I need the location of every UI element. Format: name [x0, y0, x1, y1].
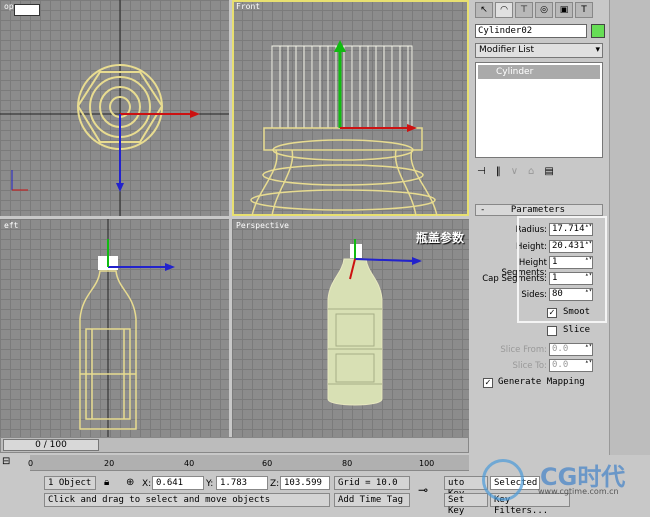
selection-count: 1 Object	[44, 476, 96, 490]
add-time-tag-button[interactable]: Add Time Tag	[334, 493, 410, 507]
slice-checkbox[interactable]	[547, 326, 557, 336]
rollout-title: Parameters	[510, 205, 566, 215]
tick-label: 100	[419, 459, 435, 468]
highlight-box	[517, 216, 607, 323]
stack-toolbar: ⊣ ‖ ∨ ⌂ ▤	[477, 166, 554, 177]
utilities-tab-icon[interactable]: T	[575, 2, 593, 18]
tick-label: 80	[342, 459, 353, 468]
command-panel-tabs: ↖ ◠ ⊤ ◎ ▣ T	[471, 0, 609, 20]
perspective-view-drawing	[327, 239, 422, 406]
slice-label: Slice	[563, 325, 591, 335]
show-end-result-icon[interactable]: ‖	[496, 166, 501, 177]
z-label: Z:	[270, 479, 280, 489]
annotation-label: 瓶盖参数	[416, 231, 465, 245]
viewport-left[interactable]: eft	[0, 219, 229, 437]
slice-to-spinner[interactable]: 0.0	[549, 359, 593, 372]
transform-mode-icon[interactable]: ⊕	[126, 477, 134, 488]
trackbar-toggle-icon[interactable]: ⊟	[2, 456, 16, 470]
generate-mapping-label: Generate Mapping	[498, 377, 585, 387]
time-slider[interactable]: 0 / 100	[0, 437, 469, 453]
create-tab-icon[interactable]: ↖	[475, 2, 493, 18]
smooth-label: Smoot	[563, 307, 591, 317]
slice-from-label: Slice From:	[500, 345, 547, 355]
object-color-swatch[interactable]	[591, 24, 605, 38]
x-coordinate-field[interactable]: 0.641	[152, 476, 204, 490]
top-view-drawing	[0, 0, 229, 216]
pin-stack-icon[interactable]: ⊣	[477, 166, 486, 177]
configure-sets-icon[interactable]: ▤	[544, 166, 553, 177]
slice-from-spinner[interactable]: 0.0	[549, 343, 593, 356]
make-unique-icon[interactable]: ∨	[511, 166, 518, 177]
z-coordinate-field[interactable]: 103.599	[280, 476, 330, 490]
x-label: X:	[142, 479, 152, 489]
front-view-drawing	[250, 40, 438, 216]
key-icon[interactable]: ⊸	[418, 483, 428, 497]
modify-tab-icon[interactable]: ◠	[495, 2, 513, 18]
modifier-stack: Cylinder	[475, 62, 603, 158]
viewport-perspective[interactable]: Perspective	[232, 219, 469, 437]
slice-to-label: Slice To:	[512, 361, 547, 371]
lock-selection-icon[interactable]: 🔒︎	[104, 477, 109, 488]
hierarchy-tab-icon[interactable]: ⊤	[515, 2, 533, 18]
viewport-front[interactable]: Front	[232, 0, 469, 216]
tick-label: 40	[184, 459, 195, 468]
parameters-rollout-header[interactable]: - Parameters	[475, 204, 603, 216]
generate-mapping-checkbox[interactable]: ✓	[483, 378, 493, 388]
y-label: Y:	[206, 479, 214, 489]
modifier-list-dropdown[interactable]: Modifier List ▾	[475, 43, 603, 58]
y-coordinate-field[interactable]: 1.783	[216, 476, 268, 490]
chevron-down-icon: ▾	[595, 45, 600, 55]
command-panel: ↖ ◠ ⊤ ◎ ▣ T Modifier List ▾ Cylinder ⊣ ‖…	[471, 0, 609, 455]
viewport-top[interactable]: op	[0, 0, 229, 216]
frame-counter: 0 / 100	[35, 440, 67, 450]
motion-tab-icon[interactable]: ◎	[535, 2, 553, 18]
watermark-logo-icon	[482, 459, 524, 501]
prompt-line: Click and drag to select and move object…	[44, 493, 330, 507]
track-bar[interactable]: 0 20 40 60 80 100	[28, 455, 469, 471]
display-tab-icon[interactable]: ▣	[555, 2, 573, 18]
time-slider-thumb[interactable]: 0 / 100	[3, 439, 99, 451]
collapse-icon: -	[480, 205, 486, 215]
left-view-drawing	[79, 219, 175, 437]
watermark-url: www.cgtime.com.cn	[538, 487, 619, 496]
grid-size: Grid = 10.0	[334, 476, 410, 490]
object-name-field[interactable]	[475, 24, 587, 38]
panel-scrollbar[interactable]	[609, 0, 650, 455]
tick-label: 60	[262, 459, 273, 468]
stack-item-cylinder[interactable]: Cylinder	[478, 65, 600, 79]
tick-label: 0	[28, 459, 34, 468]
bottom-bar: 0 / 100 0 20 40 60 80 100 ⊟ 1 Object 🔒︎ …	[0, 437, 650, 516]
watermark-logo: CG时代 www.cgtime.com.cn	[478, 455, 650, 508]
modifier-list-label: Modifier List	[479, 45, 534, 55]
remove-modifier-icon[interactable]: ⌂	[528, 166, 534, 177]
tick-label: 20	[104, 459, 115, 468]
smooth-checkbox[interactable]: ✓	[547, 308, 557, 318]
